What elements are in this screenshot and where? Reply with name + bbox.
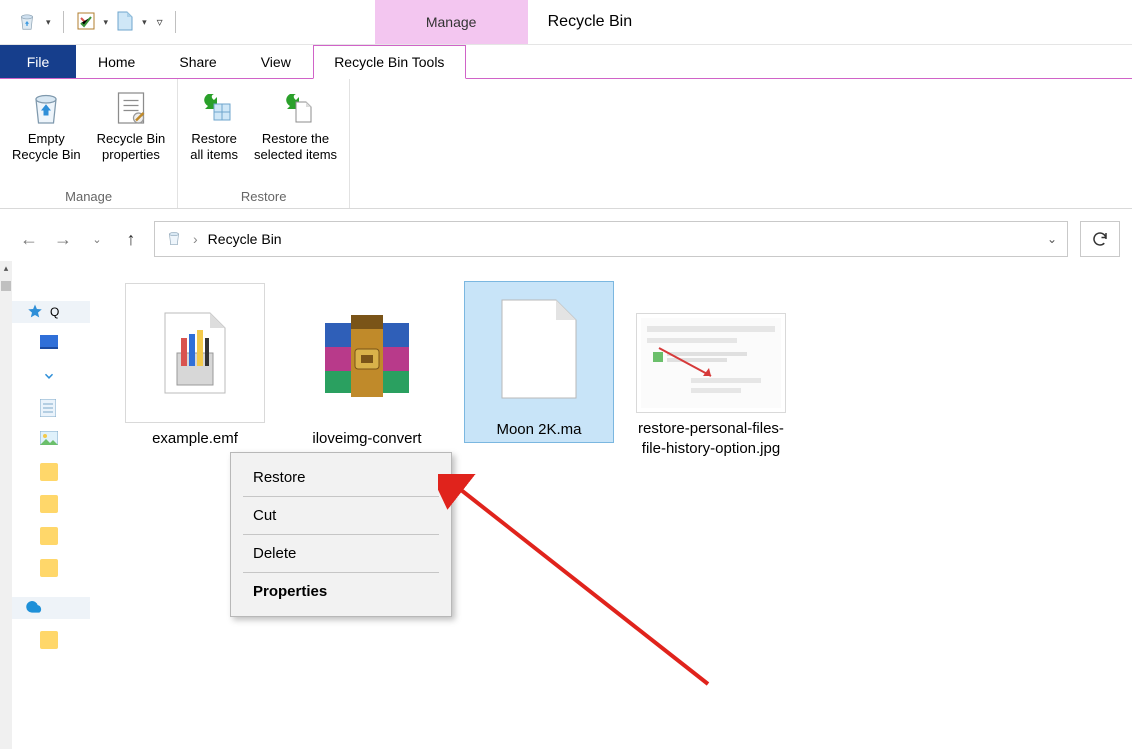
properties-icon[interactable] bbox=[76, 11, 96, 34]
qat-dropdown2-icon[interactable]: ▾ bbox=[104, 17, 109, 28]
breadcrumb-location[interactable]: Recycle Bin bbox=[208, 231, 282, 247]
empty-recycle-bin-button[interactable]: Empty Recycle Bin bbox=[4, 85, 89, 166]
tab-recycle-bin-tools[interactable]: Recycle Bin Tools bbox=[313, 45, 466, 79]
ctx-delete[interactable]: Delete bbox=[231, 535, 451, 572]
up-button[interactable]: ↑ bbox=[120, 228, 142, 250]
ribbon: Empty Recycle Bin Recycle Bin properties… bbox=[0, 79, 1132, 209]
ribbon-group-restore: Restore all items Restore the selected i… bbox=[178, 79, 350, 208]
tab-share[interactable]: Share bbox=[157, 45, 238, 78]
quick-access-toolbar: ▾ ▾ ▾ ▿ bbox=[0, 0, 188, 44]
qat-dropdown3-icon[interactable]: ▾ bbox=[142, 17, 147, 28]
tab-view[interactable]: View bbox=[239, 45, 313, 78]
window-title: Recycle Bin bbox=[528, 0, 632, 44]
address-recycle-bin-icon bbox=[165, 229, 183, 250]
refresh-button[interactable] bbox=[1080, 221, 1120, 257]
nav-folder-5[interactable] bbox=[12, 629, 90, 651]
file-item[interactable]: iloveimg-convert bbox=[292, 281, 442, 451]
folder-icon bbox=[40, 527, 58, 545]
nav-scrollbar[interactable]: ▴ bbox=[0, 261, 12, 749]
navigation-bar: ← → ⌄ ↑ › Recycle Bin ⌄ bbox=[0, 217, 1132, 261]
scroll-up-icon[interactable]: ▴ bbox=[0, 263, 12, 274]
ribbon-group-restore-label: Restore bbox=[178, 189, 349, 208]
recycle-bin-icon bbox=[16, 10, 38, 35]
restore-selected-button[interactable]: Restore the selected items bbox=[246, 85, 345, 166]
nav-folder-2[interactable] bbox=[12, 493, 90, 515]
restore-all-label: Restore all items bbox=[190, 131, 238, 164]
qat-dropdown-icon[interactable]: ▾ bbox=[46, 17, 51, 28]
nav-documents[interactable] bbox=[12, 397, 90, 419]
ctx-restore[interactable]: Restore bbox=[231, 459, 451, 496]
qat-separator2 bbox=[175, 11, 176, 33]
blank-doc-icon[interactable] bbox=[116, 11, 134, 34]
qat-overflow-icon[interactable]: ▿ bbox=[157, 15, 163, 29]
image-thumbnail-icon bbox=[636, 313, 786, 413]
navigation-pane: Q bbox=[12, 261, 90, 749]
breadcrumb-separator-icon[interactable]: › bbox=[193, 231, 198, 247]
nav-folder-3[interactable] bbox=[12, 525, 90, 547]
scroll-thumb[interactable] bbox=[1, 281, 11, 291]
document-icon bbox=[40, 399, 58, 417]
nav-folder-1[interactable] bbox=[12, 461, 90, 483]
file-name: example.emf bbox=[152, 429, 238, 449]
file-name: restore-personal-files-file-history-opti… bbox=[638, 419, 784, 460]
file-name: iloveimg-convert bbox=[312, 429, 421, 449]
pictures-icon bbox=[40, 431, 58, 449]
recycle-bin-properties-button[interactable]: Recycle Bin properties bbox=[89, 85, 174, 166]
file-item-selected[interactable]: Moon 2K.ma bbox=[464, 281, 614, 443]
ribbon-tabs: File Home Share View Recycle Bin Tools bbox=[0, 45, 1132, 79]
nav-quick-label: Q bbox=[50, 305, 59, 319]
emf-thumbnail-icon bbox=[125, 283, 265, 423]
restore-selected-label: Restore the selected items bbox=[254, 131, 337, 164]
folder-icon bbox=[40, 631, 58, 649]
context-menu: Restore Cut Delete Properties bbox=[230, 452, 452, 617]
nav-pictures[interactable] bbox=[12, 429, 90, 451]
restore-all-icon bbox=[193, 87, 235, 129]
contextual-tab-manage[interactable]: Manage bbox=[375, 0, 528, 44]
file-list: example.emf iloveimg-convert bbox=[120, 281, 1132, 462]
nav-quick-access[interactable]: Q bbox=[12, 301, 90, 323]
ctx-properties[interactable]: Properties bbox=[231, 573, 451, 610]
restore-selected-icon bbox=[275, 87, 317, 129]
star-icon bbox=[26, 303, 44, 321]
blank-file-icon bbox=[489, 284, 589, 414]
tab-home[interactable]: Home bbox=[76, 45, 157, 78]
nav-downloads[interactable] bbox=[12, 365, 90, 387]
download-icon bbox=[40, 367, 58, 385]
back-button[interactable]: ← bbox=[18, 228, 40, 250]
file-name: Moon 2K.ma bbox=[496, 420, 581, 440]
folder-icon bbox=[40, 463, 58, 481]
folder-icon bbox=[40, 559, 58, 577]
address-dropdown-icon[interactable]: ⌄ bbox=[1047, 232, 1057, 246]
properties-sheet-icon bbox=[110, 87, 152, 129]
ribbon-group-manage-label: Manage bbox=[0, 189, 177, 208]
forward-button[interactable]: → bbox=[52, 228, 74, 250]
file-item[interactable]: restore-personal-files-file-history-opti… bbox=[636, 281, 786, 462]
qat-separator bbox=[63, 11, 64, 33]
address-bar[interactable]: › Recycle Bin ⌄ bbox=[154, 221, 1068, 257]
explorer-body: ▴ Q example.emf bbox=[0, 261, 1132, 749]
ribbon-group-manage: Empty Recycle Bin Recycle Bin properties… bbox=[0, 79, 178, 208]
restore-all-button[interactable]: Restore all items bbox=[182, 85, 246, 166]
tab-file[interactable]: File bbox=[0, 45, 76, 78]
title-bar: ▾ ▾ ▾ ▿ Manage Recycle Bin bbox=[0, 0, 1132, 45]
recent-locations-button[interactable]: ⌄ bbox=[86, 228, 108, 250]
nav-onedrive[interactable] bbox=[12, 597, 90, 619]
file-item[interactable]: example.emf bbox=[120, 281, 270, 451]
archive-icon bbox=[297, 283, 437, 423]
recycle-bin-properties-label: Recycle Bin properties bbox=[97, 131, 166, 164]
desktop-icon bbox=[40, 335, 58, 353]
empty-recycle-bin-label: Empty Recycle Bin bbox=[12, 131, 81, 164]
recycle-bin-empty-icon bbox=[25, 87, 67, 129]
nav-desktop[interactable] bbox=[12, 333, 90, 355]
ctx-cut[interactable]: Cut bbox=[231, 497, 451, 534]
folder-icon bbox=[40, 495, 58, 513]
nav-folder-4[interactable] bbox=[12, 557, 90, 579]
cloud-icon bbox=[26, 599, 44, 617]
